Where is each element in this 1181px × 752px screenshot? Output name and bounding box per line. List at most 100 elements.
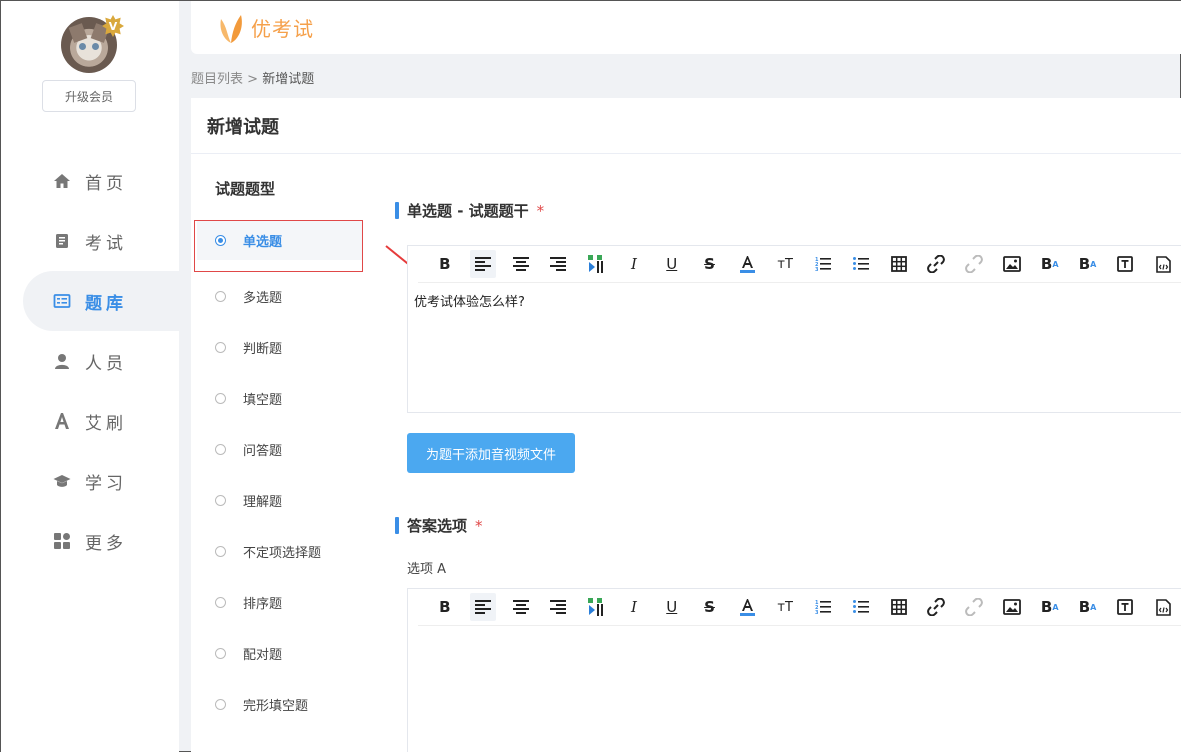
ordered-list-icon[interactable]: 123 bbox=[804, 250, 842, 278]
font-color-icon[interactable] bbox=[728, 250, 766, 278]
answer-section-title: 答案选项 * bbox=[395, 515, 483, 536]
radio-icon[interactable] bbox=[215, 291, 226, 302]
unlink-icon[interactable] bbox=[955, 250, 993, 278]
align-center-icon[interactable] bbox=[502, 250, 540, 278]
app-logo-icon[interactable] bbox=[217, 11, 245, 45]
app-name[interactable]: 优考试 bbox=[251, 13, 314, 42]
superscript-icon[interactable]: BA bbox=[1031, 593, 1069, 621]
radio-icon[interactable] bbox=[215, 597, 226, 608]
align-right-icon[interactable] bbox=[539, 593, 577, 621]
align-left-icon[interactable] bbox=[469, 593, 496, 621]
sidebar-item-label: 首页 bbox=[85, 173, 127, 194]
image-icon[interactable] bbox=[993, 593, 1031, 621]
image-icon[interactable] bbox=[993, 250, 1031, 278]
question-type-indefinite-choice[interactable]: 不定项选择题 bbox=[197, 526, 363, 577]
question-type-label: 多选题 bbox=[243, 291, 283, 306]
format-paint-icon[interactable] bbox=[577, 593, 615, 621]
radio-icon[interactable] bbox=[215, 342, 226, 353]
align-left-icon[interactable] bbox=[469, 250, 496, 278]
question-type-label: 排序题 bbox=[243, 597, 283, 612]
sidebar-item-label: 人员 bbox=[85, 353, 127, 374]
breadcrumb-current: 新增试题 bbox=[262, 72, 315, 87]
question-type-label: 不定项选择题 bbox=[243, 546, 322, 561]
question-type-true-false[interactable]: 判断题 bbox=[197, 322, 363, 373]
grid-more-icon bbox=[53, 532, 71, 550]
table-icon[interactable] bbox=[880, 593, 918, 621]
sidebar-item-label: 更多 bbox=[85, 533, 127, 554]
sidebar-item-label: 艾刷 bbox=[85, 413, 127, 434]
subscript-icon[interactable]: BA bbox=[1069, 593, 1107, 621]
upgrade-membership-button[interactable]: 升级会员 bbox=[42, 80, 136, 112]
align-right-icon[interactable] bbox=[539, 250, 577, 278]
answer-section-title-text: 答案选项 bbox=[407, 517, 468, 535]
question-type-label: 配对题 bbox=[243, 648, 283, 663]
question-type-label: 完形填空题 bbox=[243, 699, 309, 714]
stem-content[interactable]: 优考试体验怎么样? bbox=[408, 283, 1181, 318]
highlight-annotation-box bbox=[194, 220, 363, 272]
a-letter-icon bbox=[53, 412, 71, 430]
question-type-heading: 试题题型 bbox=[215, 180, 276, 198]
stem-section-title-text: 单选题 - 试题题干 bbox=[407, 202, 529, 220]
radio-icon[interactable] bbox=[215, 444, 226, 455]
italic-icon[interactable]: I bbox=[615, 250, 653, 278]
question-type-fill-blank[interactable]: 填空题 bbox=[197, 373, 363, 424]
question-type-cloze[interactable]: 完形填空题 bbox=[197, 679, 363, 730]
underline-icon[interactable]: U bbox=[653, 250, 691, 278]
radio-icon[interactable] bbox=[215, 699, 226, 710]
strikethrough-icon[interactable]: S bbox=[691, 593, 729, 621]
question-type-ordering[interactable]: 排序题 bbox=[197, 577, 363, 628]
radio-icon[interactable] bbox=[215, 648, 226, 659]
option-a-rich-editor[interactable]: B I U S тT 123 BA BA bbox=[407, 588, 1181, 752]
format-paint-icon[interactable] bbox=[577, 250, 615, 278]
question-type-label: 理解题 bbox=[243, 495, 283, 510]
question-type-label: 问答题 bbox=[243, 444, 283, 459]
underline-icon[interactable]: U bbox=[653, 593, 691, 621]
italic-icon[interactable]: I bbox=[615, 593, 653, 621]
svg-text:3: 3 bbox=[815, 267, 819, 272]
sidebar-item-study[interactable]: 学习 bbox=[1, 451, 179, 511]
sidebar-item-people[interactable]: 人员 bbox=[1, 331, 179, 391]
text-box-icon[interactable] bbox=[1106, 250, 1144, 278]
radio-icon[interactable] bbox=[215, 495, 226, 506]
option-a-content[interactable] bbox=[408, 626, 1181, 642]
question-type-multiple-choice[interactable]: 多选题 bbox=[197, 271, 363, 322]
subscript-icon[interactable]: BA bbox=[1069, 250, 1107, 278]
strikethrough-icon[interactable]: S bbox=[691, 250, 729, 278]
align-center-icon[interactable] bbox=[502, 593, 540, 621]
bold-icon[interactable]: B bbox=[426, 593, 464, 621]
font-size-icon[interactable]: тT bbox=[766, 593, 804, 621]
radio-icon[interactable] bbox=[215, 393, 226, 404]
text-box-icon[interactable] bbox=[1106, 593, 1144, 621]
source-code-icon[interactable] bbox=[1144, 593, 1181, 621]
sidebar-item-home[interactable]: 首页 bbox=[1, 151, 179, 211]
question-bank-icon bbox=[53, 292, 71, 310]
unlink-icon[interactable] bbox=[955, 593, 993, 621]
font-size-icon[interactable]: тT bbox=[766, 250, 804, 278]
source-code-icon[interactable] bbox=[1144, 250, 1181, 278]
sidebar-item-more[interactable]: 更多 bbox=[1, 511, 179, 571]
link-icon[interactable] bbox=[917, 593, 955, 621]
sidebar-item-aishua[interactable]: 艾刷 bbox=[1, 391, 179, 451]
unordered-list-icon[interactable] bbox=[842, 250, 880, 278]
font-color-icon[interactable] bbox=[728, 593, 766, 621]
editor-toolbar: B I U S тT 123 BA BA bbox=[418, 246, 1181, 283]
link-icon[interactable] bbox=[917, 250, 955, 278]
breadcrumb-parent-link[interactable]: 题目列表 bbox=[191, 72, 243, 87]
stem-rich-editor[interactable]: B I U S тT 123 BA BA 优考试体验怎么样? bbox=[407, 245, 1181, 413]
sidebar-item-question-bank[interactable]: 题库 bbox=[23, 271, 179, 331]
table-icon[interactable] bbox=[880, 250, 918, 278]
bold-icon[interactable]: B bbox=[426, 250, 464, 278]
ordered-list-icon[interactable]: 123 bbox=[804, 593, 842, 621]
sidebar-item-exam[interactable]: 考试 bbox=[1, 211, 179, 271]
question-type-comprehension[interactable]: 理解题 bbox=[197, 475, 363, 526]
sidebar-item-label: 考试 bbox=[85, 233, 127, 254]
question-type-matching[interactable]: 配对题 bbox=[197, 628, 363, 679]
home-icon bbox=[53, 172, 71, 190]
superscript-icon[interactable]: BA bbox=[1031, 250, 1069, 278]
radio-icon[interactable] bbox=[215, 546, 226, 557]
top-header: 优考试 bbox=[191, 1, 1181, 54]
add-media-button[interactable]: 为题干添加音视频文件 bbox=[407, 433, 575, 473]
question-type-essay[interactable]: 问答题 bbox=[197, 424, 363, 475]
unordered-list-icon[interactable] bbox=[842, 593, 880, 621]
required-mark: * bbox=[536, 202, 545, 220]
